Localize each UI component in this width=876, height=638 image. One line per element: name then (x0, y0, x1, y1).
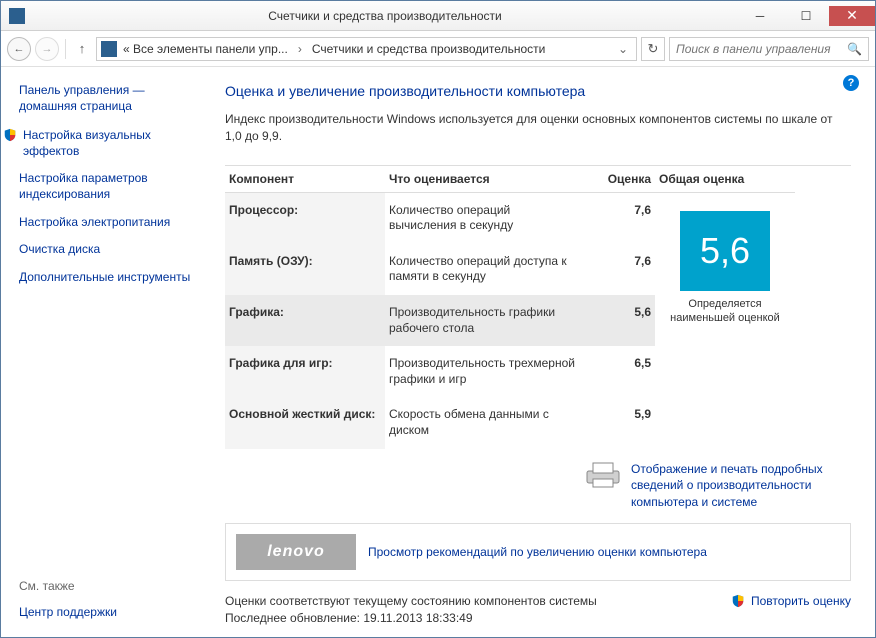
titlebar: Счетчики и средства производительности ─… (1, 1, 875, 31)
minimize-button[interactable]: ─ (737, 6, 783, 26)
status-text: Оценки соответствуют текущему состоянию … (225, 593, 597, 610)
recommendation-link[interactable]: Просмотр рекомендаций по увеличению оцен… (368, 544, 707, 561)
header-base: Общая оценка (655, 166, 795, 193)
forward-button[interactable]: → (35, 37, 59, 61)
control-panel-icon (101, 41, 117, 57)
close-button[interactable]: ✕ (829, 6, 875, 26)
printer-icon (585, 461, 621, 489)
base-score-cell: 5,6 Определяется наименьшей оценкой (655, 193, 795, 449)
oem-logo: lenovo (236, 534, 356, 570)
table-row: Производительность графики рабочего стол… (385, 295, 585, 346)
table-row: 5,6 (585, 295, 655, 346)
print-details-link[interactable]: Отображение и печать подробных сведений … (631, 461, 851, 511)
main-content: ? Оценка и увеличение производительности… (201, 67, 875, 637)
table-row: Количество операций доступа к памяти в с… (385, 244, 585, 295)
up-button[interactable]: ↑ (72, 41, 92, 56)
rerun-label: Повторить оценку (751, 593, 851, 610)
table-row: Графика для игр: (225, 346, 385, 397)
sidebar-link-visual-effects[interactable]: Настройка визуальных эффектов (19, 128, 191, 159)
recommendation-box: lenovo Просмотр рекомендаций по увеличен… (225, 523, 851, 581)
action-center-link[interactable]: Центр поддержки (19, 605, 117, 619)
address-bar[interactable]: « Все элементы панели упр... › Счетчики … (96, 37, 637, 61)
sidebar-link-label: Настройка визуальных эффектов (23, 128, 191, 159)
table-row: 5,9 (585, 397, 655, 448)
print-row: Отображение и печать подробных сведений … (225, 461, 851, 511)
base-score-value: 5,6 (680, 211, 770, 291)
table-row: 6,5 (585, 346, 655, 397)
window-title: Счетчики и средства производительности (33, 9, 737, 23)
table-row: Графика: (225, 295, 385, 346)
table-row: Количество операций вычисления в секунду (385, 193, 585, 244)
sidebar: Панель управления — домашняя страница На… (1, 67, 201, 637)
shield-icon (3, 128, 17, 142)
header-what: Что оценивается (385, 166, 585, 193)
app-icon (9, 8, 25, 24)
refresh-button[interactable]: ↻ (641, 37, 665, 61)
page-title: Оценка и увеличение производительности к… (225, 83, 851, 99)
sidebar-footer: См. также Центр поддержки (19, 579, 117, 619)
separator (65, 39, 66, 59)
header-component: Компонент (225, 166, 385, 193)
header-score: Оценка (585, 166, 655, 193)
search-icon[interactable]: 🔍 (847, 42, 862, 56)
last-updated: Последнее обновление: 19.11.2013 18:33:4… (225, 610, 597, 627)
maximize-button[interactable]: ☐ (783, 6, 829, 26)
table-row: Память (ОЗУ): (225, 244, 385, 295)
table-row: Процессор: (225, 193, 385, 244)
table-row: Скорость обмена данными с диском (385, 397, 585, 448)
search-box[interactable]: 🔍 (669, 37, 869, 61)
table-row: 7,6 (585, 193, 655, 244)
see-also-label: См. также (19, 579, 117, 593)
sidebar-link-indexing[interactable]: Настройка параметров индексирования (19, 171, 191, 202)
back-button[interactable]: ← (7, 37, 31, 61)
page-description: Индекс производительности Windows исполь… (225, 111, 851, 145)
help-icon[interactable]: ? (843, 75, 859, 91)
breadcrumb-part2[interactable]: Счетчики и средства производительности (310, 42, 547, 56)
table-row: Основной жесткий диск: (225, 397, 385, 448)
sidebar-home-link[interactable]: Панель управления — домашняя страница (19, 83, 191, 114)
rerun-link[interactable]: Повторить оценку (747, 593, 851, 610)
score-table: Компонент Что оценивается Оценка Общая о… (225, 165, 851, 449)
search-input[interactable] (676, 42, 847, 56)
table-row: 7,6 (585, 244, 655, 295)
shield-icon (731, 594, 745, 608)
chevron-right-icon[interactable]: › (294, 42, 306, 56)
chevron-down-icon[interactable]: ⌄ (614, 42, 632, 56)
breadcrumb-part1[interactable]: « Все элементы панели упр... (121, 42, 290, 56)
base-score-note: Определяется наименьшей оценкой (663, 297, 787, 326)
sidebar-link-tools[interactable]: Дополнительные инструменты (19, 270, 191, 286)
status-row: Оценки соответствуют текущему состоянию … (225, 593, 851, 627)
toolbar: ← → ↑ « Все элементы панели упр... › Сче… (1, 31, 875, 67)
table-row: Производительность трехмерной графики и … (385, 346, 585, 397)
sidebar-link-power[interactable]: Настройка электропитания (19, 215, 191, 231)
sidebar-link-disk-cleanup[interactable]: Очистка диска (19, 242, 191, 258)
